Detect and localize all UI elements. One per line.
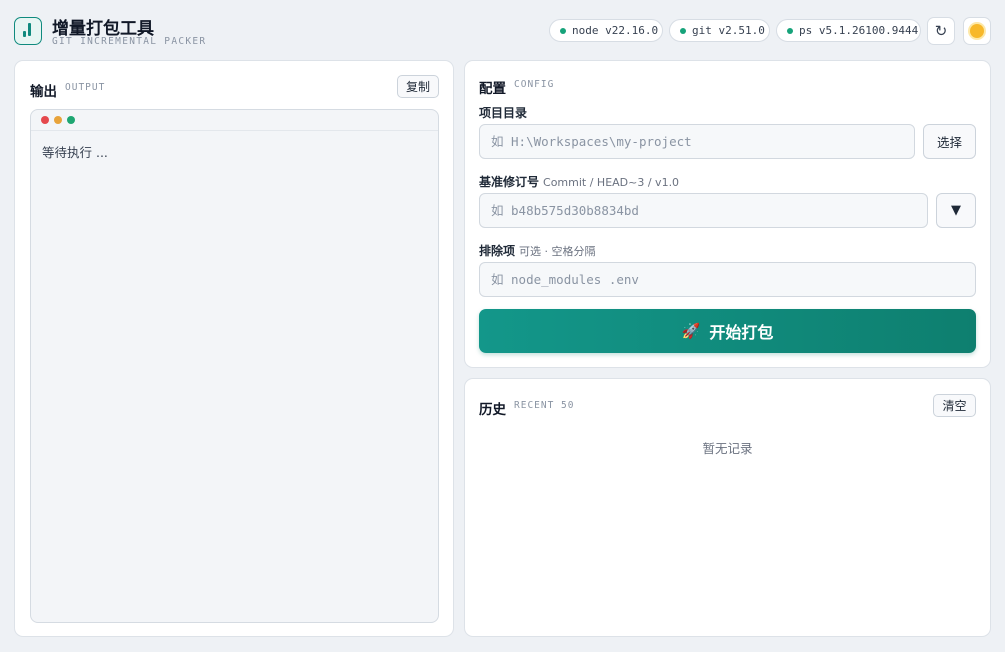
app-header: 增量打包工具 GIT INCREMENTAL PACKER node v22.1…	[0, 0, 1005, 60]
env-badge-ps: ps v5.1.26100.9444	[776, 19, 921, 42]
revision-hint: Commit / HEAD~3 / v1.0	[543, 176, 680, 189]
chevron-down-icon: ▼	[951, 203, 961, 218]
config-title: 配置	[479, 81, 506, 97]
copy-button[interactable]: 复制	[397, 75, 439, 98]
env-badge-git: git v2.51.0	[669, 19, 770, 42]
theme-toggle-button[interactable]	[963, 17, 991, 45]
project-dir-input[interactable]	[479, 124, 915, 159]
output-text: 等待执行 ...	[42, 145, 108, 160]
exclude-hint: 可选 · 空格分隔	[519, 245, 596, 258]
status-dot-icon	[560, 27, 566, 34]
env-badge-label: git v2.51.0	[692, 24, 765, 37]
choose-dir-button[interactable]: 选择	[923, 124, 976, 159]
revision-dropdown-button[interactable]: ▼	[936, 193, 976, 228]
project-dir-label: 项目目录	[479, 104, 527, 121]
env-badge-label: node v22.16.0	[572, 24, 659, 37]
history-tag: RECENT 50	[514, 400, 575, 411]
clear-history-button[interactable]: 清空	[933, 394, 976, 417]
exclude-label-text: 排除项	[479, 244, 516, 258]
config-tag: CONFIG	[514, 79, 555, 90]
exclude-input[interactable]	[479, 262, 976, 297]
start-pack-label: 开始打包	[709, 323, 774, 342]
revision-label: 基准修订号 Commit / HEAD~3 / v1.0	[479, 173, 679, 190]
status-dot-icon	[787, 27, 793, 34]
status-dot-icon	[680, 27, 686, 34]
env-badge-label: ps v5.1.26100.9444	[799, 24, 919, 37]
output-tag: OUTPUT	[65, 82, 106, 93]
start-pack-button[interactable]: 🚀 开始打包	[479, 309, 976, 353]
history-empty-text: 暂无记录	[702, 441, 753, 456]
traffic-red-icon	[41, 116, 49, 124]
config-panel: 配置 CONFIG 项目目录 选择 基准修订号Commit / HEAD~3 /…	[464, 60, 991, 368]
refresh-icon: ↻	[934, 22, 948, 40]
history-panel: 历史 RECENT 50 清空 暂无记录	[464, 378, 991, 637]
output-title: 输出	[30, 84, 57, 100]
revision-label-text: 基准修订号	[479, 175, 540, 189]
history-title: 历史	[479, 402, 506, 418]
sun-icon	[970, 24, 984, 38]
env-badge-node: node v22.16.0	[549, 19, 663, 42]
revision-input[interactable]	[479, 193, 928, 228]
exclude-label: 排除项 可选 · 空格分隔	[479, 242, 596, 259]
output-terminal[interactable]: 等待执行 ...	[30, 109, 439, 623]
traffic-yellow-icon	[54, 116, 62, 124]
refresh-button[interactable]: ↻	[927, 17, 955, 45]
terminal-titlebar	[31, 110, 438, 131]
app-subtitle: GIT INCREMENTAL PACKER	[52, 36, 207, 47]
traffic-green-icon	[67, 116, 75, 124]
app-logo-icon	[14, 17, 42, 45]
output-panel: 输出 OUTPUT 复制 等待执行 ...	[14, 60, 454, 637]
rocket-icon: 🚀	[681, 322, 701, 340]
project-dir-label-text: 项目目录	[479, 106, 528, 120]
